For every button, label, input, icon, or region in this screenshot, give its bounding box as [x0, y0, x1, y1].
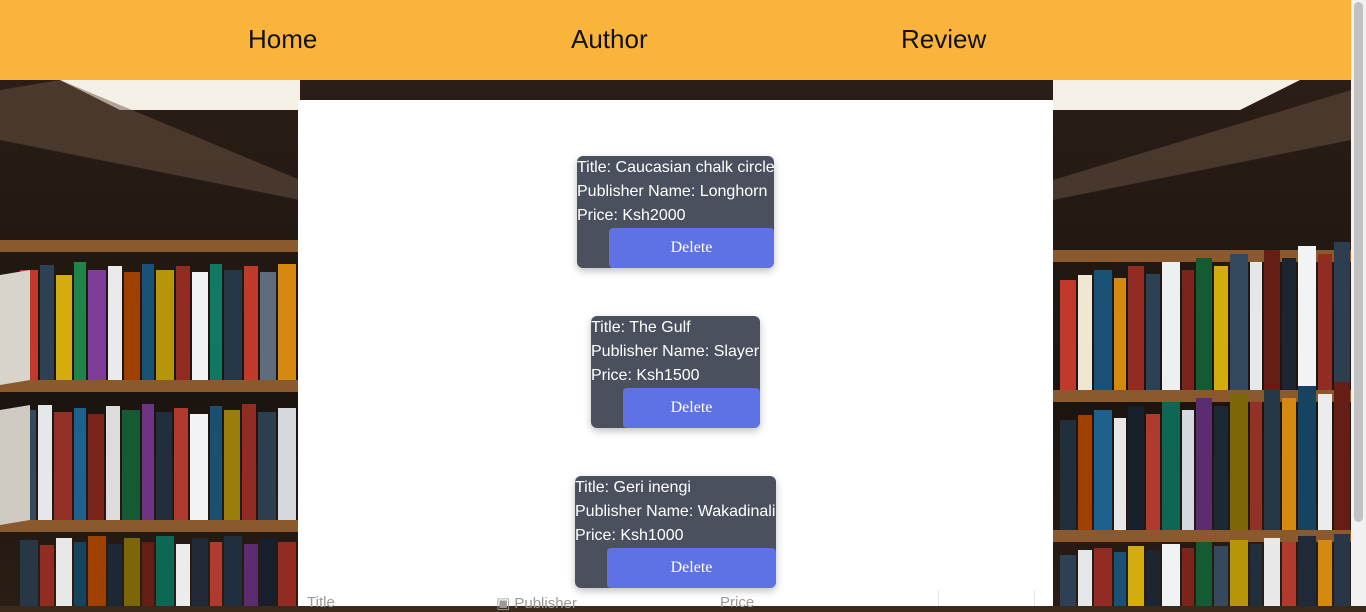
- book-publisher: Publisher Name: Longhorn: [577, 183, 768, 200]
- book-price: Price: Ksh1500: [591, 367, 700, 384]
- nav-review-link[interactable]: Review: [901, 24, 986, 54]
- book-publisher: Publisher Name: Wakadinali: [575, 503, 776, 520]
- table-header-publisher: ▣ Publisher: [496, 595, 577, 612]
- page-scrollbar[interactable]: [1351, 0, 1366, 606]
- books-table-header: Title ▣ Publisher Price: [298, 590, 1053, 612]
- table-header-price: Price: [720, 594, 755, 611]
- book-icon: ▣: [496, 595, 511, 612]
- table-header-title: Title: [307, 594, 335, 611]
- scrollbar-thumb[interactable]: [1354, 2, 1363, 522]
- delete-button[interactable]: Delete: [609, 228, 774, 268]
- nav-author-link[interactable]: Author: [571, 24, 648, 54]
- books-panel: Title: Caucasian chalk circle Publisher …: [298, 100, 1053, 612]
- book-price: Price: Ksh1000: [575, 527, 684, 544]
- book-title: Title: The Gulf: [591, 319, 691, 336]
- book-publisher: Publisher Name: Slayer: [591, 343, 760, 360]
- delete-button[interactable]: Delete: [623, 388, 760, 428]
- book-title: Title: Caucasian chalk circle: [577, 159, 774, 176]
- book-title: Title: Geri inengi: [575, 479, 691, 496]
- column-divider: [1034, 590, 1035, 606]
- book-card: Title: The Gulf Publisher Name: Slayer P…: [591, 316, 760, 428]
- nav-home-link[interactable]: Home: [248, 24, 317, 54]
- book-card: Title: Geri inengi Publisher Name: Wakad…: [575, 476, 776, 588]
- top-navbar: Home Author Review: [0, 0, 1351, 80]
- delete-button[interactable]: Delete: [607, 548, 776, 588]
- column-divider: [938, 590, 939, 606]
- book-price: Price: Ksh2000: [577, 207, 686, 224]
- book-card: Title: Caucasian chalk circle Publisher …: [577, 156, 774, 268]
